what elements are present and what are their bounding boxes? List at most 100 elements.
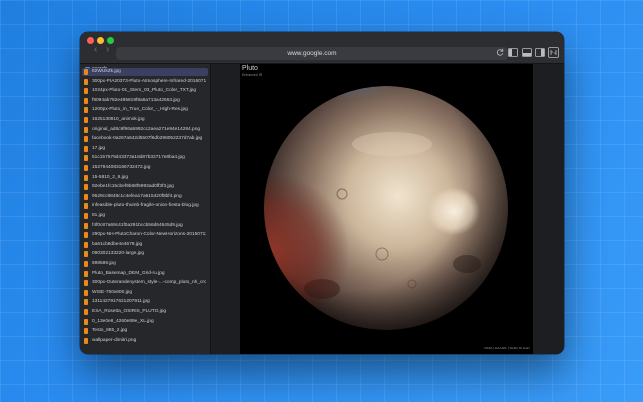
file-list-item[interactable]: 290px-NH-PlutoCharon-Color-NewHorizons-2…: [82, 231, 208, 239]
file-list-item[interactable]: f9094ab782e495819f8a8a713a42653.jpg: [82, 97, 208, 105]
file-list-item[interactable]: 81.jpg: [82, 212, 208, 220]
image-file-icon: [84, 213, 88, 219]
image-file-icon: [84, 328, 88, 335]
file-name: WISE-750x600.jpg: [92, 289, 132, 295]
file-list-item[interactable]: 1625130810_animok.jpg: [82, 116, 208, 124]
image-file-icon: [84, 299, 88, 306]
file-name: f9094ab782e495819f8a8a713a42653.jpg: [92, 97, 180, 103]
title-bar: ‹ › www.google.com: [80, 32, 564, 64]
image-file-icon: [84, 69, 88, 75]
file-list-item[interactable]: 598589.jpg: [82, 260, 208, 268]
file-name: 1625130810_animok.jpg: [92, 117, 145, 122]
image-file-icon: [84, 78, 88, 85]
image-file-icon: [84, 232, 88, 239]
image-file-icon: [84, 165, 88, 171]
file-list-item[interactable]: wallpaper-dimitri.png: [82, 337, 208, 345]
file-list-item[interactable]: 17.jpg: [82, 145, 208, 153]
file-name: 15-5810_2_6.jpg: [92, 174, 129, 180]
image-credit: NASA | JHU-APL | SwRI | Di Guim: [484, 346, 530, 350]
file-name: Pluto_Basemap_DEM_Grid-ru.jpg: [92, 270, 165, 276]
file-list-item[interactable]: 090302133220-large.jpg: [82, 250, 208, 258]
image-file-icon: [84, 88, 88, 95]
file-list-item[interactable]: f4f0c87a69c41f0a291bccb56d64645d9.jpg: [82, 222, 208, 230]
reload-icon[interactable]: [496, 48, 506, 58]
pluto-planet-image: [262, 84, 510, 332]
image-file-icon: [84, 270, 88, 277]
file-name: 81.jpg: [92, 213, 106, 218]
file-name: 1527944083166732472.jpg: [92, 165, 151, 170]
file-list-item[interactable]: facebook-0a267a542d5507f6db298052237d7ab…: [82, 135, 208, 143]
file-list-item[interactable]: infeasible-pluto-thumb-fragile-onion-fie…: [82, 202, 208, 210]
image-title: Pluto: [242, 65, 258, 72]
file-name: 92ebe1fc15cbef9b68f5993ad0ff3f3.jpg: [92, 184, 174, 190]
file-name: 17.jpg: [92, 145, 106, 151]
viewer-scrollbar[interactable]: [560, 64, 564, 354]
file-name: infeasible-pluto-thumb-fragile-onion-fie…: [92, 203, 199, 209]
image-file-icon: [84, 117, 88, 123]
browser-window: ‹ › www.google.com search 82WUkZk.jpg300…: [80, 32, 564, 354]
forward-arrow-icon[interactable]: ›: [106, 45, 109, 55]
file-name: 1311427917621207911.jpg: [92, 299, 150, 305]
file-list-item[interactable]: 1024px-Pluto-01_Stern_03_Pluto_Color_TXT…: [82, 87, 208, 95]
file-name: Testo_885_2.jpg: [92, 328, 128, 334]
file-name: 290px-NH-PlutoCharon-Color-NewHorizons-2…: [92, 232, 206, 238]
file-name: 9529cc8848c1c4efea17a615420f8bf4.png: [92, 193, 182, 199]
file-name: 1200px-Pluto_in_True_Color_-_High-Res.jp…: [92, 107, 188, 113]
file-list-item[interactable]: ba61cb8dbe4e4679.jpg: [82, 241, 208, 249]
image-file-icon: [84, 309, 88, 315]
file-name: original_ad8c9f96a5992cc2aea271e94e14284…: [92, 126, 201, 132]
image-file-icon: [84, 241, 88, 248]
image-file-icon: [84, 261, 88, 267]
file-sidebar: search 82WUkZk.jpg300px-PIA20373-Pluto-A…: [80, 64, 210, 354]
file-name: 82WUkZk.jpg: [92, 69, 121, 74]
image-file-icon: [84, 289, 88, 296]
file-list-item[interactable]: 15-5810_2_6.jpg: [82, 174, 208, 182]
image-file-icon: [84, 145, 88, 152]
right-panel-icon[interactable]: [535, 48, 545, 58]
file-name: f4f0c87a69c41f0a291bccb56d64645d9.jpg: [92, 222, 183, 228]
file-list-item[interactable]: 92ebe1fc15cbef9b68f5993ad0ff3f3.jpg: [82, 183, 208, 191]
file-list-item[interactable]: 9529cc8848c1c4efea17a615420f8bf4.png: [82, 193, 208, 201]
file-list-item[interactable]: 300px-Outerandenystem_style-...-comp_plu…: [82, 279, 208, 287]
image-file-icon: [84, 337, 88, 344]
file-list-item[interactable]: 1200px-Pluto_in_True_Color_-_High-Res.jp…: [82, 106, 208, 114]
file-list-item[interactable]: 82WUkZk.jpg: [82, 68, 208, 76]
file-list-item[interactable]: Pluto_Basemap_DEM_Grid-ru.jpg: [82, 270, 208, 278]
zoom-window-button[interactable]: [107, 37, 114, 44]
file-name: 598589.jpg: [92, 261, 116, 266]
file-name: facebook-0a267a542d5507f6db298052237d7ab…: [92, 136, 203, 142]
back-arrow-icon[interactable]: ‹: [94, 45, 97, 55]
image-file-icon: [84, 126, 88, 133]
image-file-icon: [84, 184, 88, 191]
file-name: 090302133220-large.jpg: [92, 251, 145, 257]
file-list-item[interactable]: original_ad8c9f96a5992cc2aea271e94e14284…: [82, 126, 208, 134]
file-list-item[interactable]: WISE-750x600.jpg: [82, 289, 208, 297]
image-file-icon: [84, 174, 88, 181]
file-list-item[interactable]: 1311427917621207911.jpg: [82, 298, 208, 306]
file-list-item[interactable]: 51c157579d43373a18d87b32717e8ba4.jpg: [82, 154, 208, 162]
image-file-icon: [84, 136, 88, 143]
image-canvas: Pluto Enhanced IR NASA | JHU-APL | SwRI …: [240, 64, 533, 354]
file-name: 300px-Outerandenystem_style-...-comp_plu…: [92, 280, 206, 286]
sidebar-toggle-icon[interactable]: [508, 48, 518, 58]
minimize-window-button[interactable]: [97, 37, 104, 44]
image-adjust-icon[interactable]: [548, 47, 559, 58]
image-file-icon: [84, 155, 88, 162]
image-subtitle: Enhanced IR: [242, 73, 263, 77]
file-list-item[interactable]: Testo_885_2.jpg: [82, 327, 208, 335]
image-file-icon: [84, 280, 88, 287]
image-viewer: Pluto Enhanced IR NASA | JHU-APL | SwRI …: [211, 64, 564, 354]
file-list-item[interactable]: 1527944083166732472.jpg: [82, 164, 208, 172]
file-list-item[interactable]: 0_13e0e8_4260e89e_XL.jpg: [82, 318, 208, 326]
file-name: 300px-PIA20373-Pluto-Atmosphere-Infrared…: [92, 78, 206, 84]
file-list-item[interactable]: ESA_Rosetta_OSIRIS_PLUTO.jpg: [82, 308, 208, 316]
file-name: 0_13e0e8_4260e89e_XL.jpg: [92, 318, 154, 324]
file-name: ESA_Rosetta_OSIRIS_PLUTO.jpg: [92, 309, 167, 314]
file-name: wallpaper-dimitri.png: [92, 337, 137, 343]
image-file-icon: [84, 203, 88, 210]
file-list-item[interactable]: 300px-PIA20373-Pluto-Atmosphere-Infrared…: [82, 78, 208, 86]
close-window-button[interactable]: [87, 37, 94, 44]
address-bar[interactable]: www.google.com: [116, 47, 508, 60]
bottom-panel-icon[interactable]: [522, 48, 532, 58]
image-file-icon: [84, 251, 88, 258]
